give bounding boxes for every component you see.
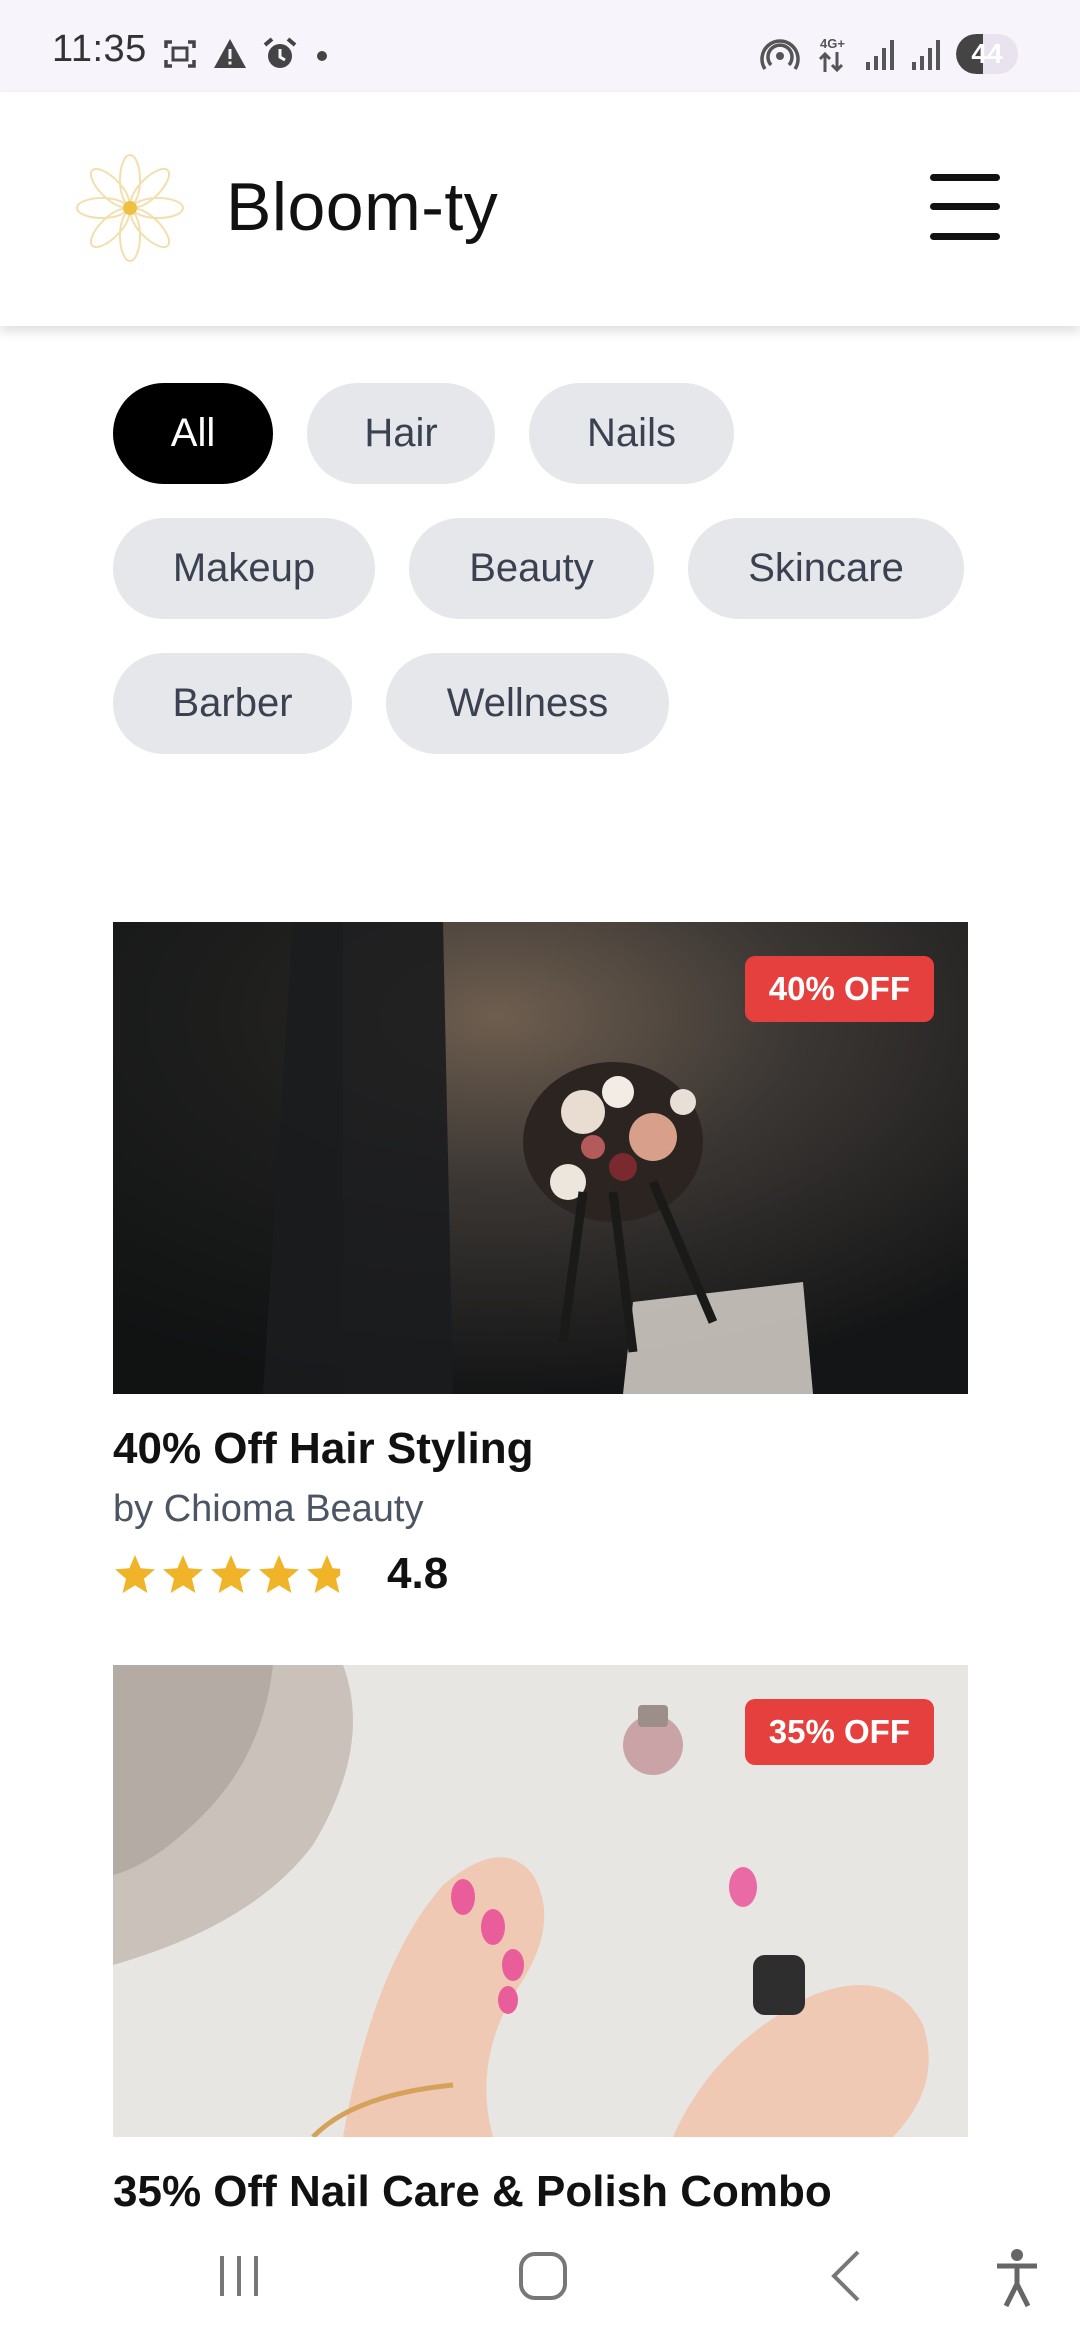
flower-logo-icon[interactable] [74, 152, 186, 264]
deal-card[interactable]: 40% OFF 40% Off Hair Styling by Chioma B… [113, 922, 968, 1599]
status-icons-right: 4G+ 44 [760, 34, 1018, 74]
hotspot-icon [760, 39, 800, 70]
system-nav-bar [0, 2208, 1080, 2340]
rating-row: 4.8 [113, 1549, 968, 1599]
deal-image[interactable]: 35% OFF [113, 1665, 968, 2137]
chip-barber[interactable]: Barber [113, 653, 352, 754]
alarm-icon [263, 37, 297, 68]
svg-text:4G+: 4G+ [820, 36, 845, 51]
discount-badge: 40% OFF [744, 956, 934, 1022]
screenshot-icon [164, 40, 196, 68]
deal-title[interactable]: 40% Off Hair Styling [113, 1424, 968, 1474]
accessibility-icon[interactable] [994, 2248, 1040, 2308]
chip-row: Barber Wellness [113, 653, 993, 754]
chip-row: Makeup Beauty Skincare [113, 518, 993, 619]
chip-skincare[interactable]: Skincare [688, 518, 964, 619]
home-icon[interactable] [515, 2248, 571, 2304]
recent-apps-icon[interactable] [214, 2248, 264, 2304]
battery-level: 44 [971, 38, 1003, 69]
chip-all[interactable]: All [113, 383, 273, 484]
data-arrows-icon: 4G+ [818, 36, 845, 73]
star-icon [115, 1555, 155, 1593]
status-icons-left [162, 36, 332, 72]
category-filter: All Hair Nails Makeup Beauty Skincare Ba… [113, 383, 993, 788]
deal-provider[interactable]: by Chioma Beauty [113, 1488, 968, 1531]
chip-hair[interactable]: Hair [307, 383, 495, 484]
back-icon[interactable] [824, 2248, 868, 2304]
chip-row: All Hair Nails [113, 383, 993, 484]
app-header: Bloom-ty [0, 92, 1080, 326]
signal-icon [912, 40, 940, 70]
brand-title[interactable]: Bloom-ty [226, 168, 498, 246]
signal-icon [866, 40, 894, 70]
star-icon [259, 1555, 299, 1593]
status-bar: 11:35 4G+ 44 [0, 0, 1080, 92]
deal-image[interactable]: 40% OFF [113, 922, 968, 1394]
status-time: 11:35 [52, 28, 147, 70]
battery-icon: 44 [956, 34, 1018, 74]
rating-value: 4.8 [387, 1549, 449, 1598]
chip-beauty[interactable]: Beauty [409, 518, 654, 619]
dot-icon [317, 51, 327, 61]
star-icon [163, 1555, 203, 1593]
star-icon [211, 1555, 251, 1593]
chip-nails[interactable]: Nails [529, 383, 734, 484]
star-rating [113, 1553, 349, 1595]
chip-makeup[interactable]: Makeup [113, 518, 375, 619]
chip-wellness[interactable]: Wellness [386, 653, 669, 754]
hamburger-menu-icon[interactable] [930, 174, 1000, 240]
warning-icon [214, 39, 246, 68]
star-icon [307, 1555, 341, 1593]
discount-badge: 35% OFF [744, 1699, 934, 1765]
deal-card[interactable]: 35% OFF 35% Off Nail Care & Polish Combo [113, 1665, 968, 2217]
